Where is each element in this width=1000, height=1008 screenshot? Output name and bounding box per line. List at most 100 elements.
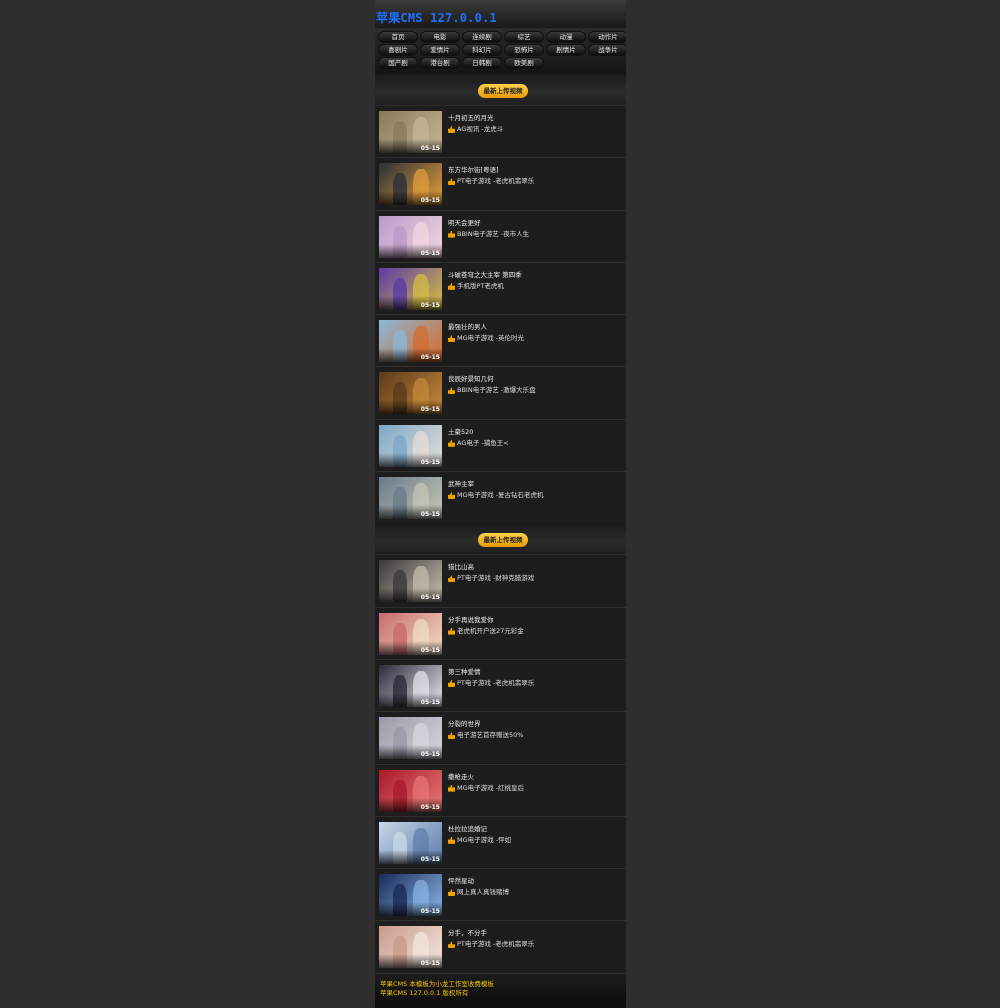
- video-list-item[interactable]: 05-15 明天会更好 BBIN电子游艺 -夜市人生: [375, 209, 626, 262]
- video-thumbnail[interactable]: 05-15: [379, 111, 442, 153]
- video-title-link[interactable]: 武神主宰: [448, 479, 623, 490]
- video-list-item[interactable]: 05-15 第三种爱情 PT电子游戏 -老虎机翡翠乐: [375, 658, 626, 712]
- nav-row: 喜剧片 爱情片 科幻片 恐怖片 剧情片 战争片: [378, 44, 626, 57]
- video-subtitle-text: PT电子游戏 -老虎机翡翠乐: [457, 678, 535, 687]
- video-list-item[interactable]: 05-15 分裂的世界 电子游艺首存赠送50%: [375, 711, 626, 764]
- video-list-item[interactable]: 05-15 斗破苍穹之大主宰 第四季 手机版PT老虎机: [375, 261, 626, 315]
- video-list-item[interactable]: 05-15 十月初五的月光 AG视讯 -龙虎斗: [375, 105, 626, 158]
- video-subtitle-text: MG电子游戏 -怦如: [457, 835, 512, 844]
- video-title-link[interactable]: 分裂的世界: [448, 719, 623, 730]
- video-thumbnail[interactable]: 05-15: [379, 612, 442, 655]
- video-list-item[interactable]: 05-15 撒枪走火 MG电子游戏 -红桃皇后: [375, 763, 626, 816]
- video-thumbnail[interactable]: 05-15: [379, 717, 442, 760]
- video-title-link[interactable]: 最强壮的男人: [448, 322, 623, 333]
- video-subtitle: BBIN电子游艺 -夜市人生: [448, 229, 623, 240]
- thumbs-up-icon: [448, 836, 455, 844]
- video-list-item[interactable]: 05-15 东方华尔街[粤语] PT电子游戏 -老虎机翡翠乐: [375, 157, 626, 210]
- thumbs-up-icon: [448, 732, 455, 740]
- video-info: 十月初五的月光 AG视讯 -龙虎斗: [448, 113, 623, 135]
- video-thumbnail[interactable]: 05-15: [379, 560, 442, 603]
- video-info: 东方华尔街[粤语] PT电子游戏 -老虎机翡翠乐: [448, 165, 623, 187]
- video-date-badge: 05-15: [420, 301, 440, 309]
- nav-item[interactable]: 科幻片: [462, 44, 502, 56]
- nav-item[interactable]: 喜剧片: [378, 44, 418, 56]
- video-date-badge: 05-15: [420, 751, 440, 759]
- video-list-item[interactable]: 05-15 分手，不分手 PT电子游戏 -老虎机翡翠乐: [375, 920, 626, 973]
- video-info: 分手再说我爱你 老虎机开户送27元彩金: [448, 615, 623, 637]
- video-thumbnail[interactable]: 05-15: [379, 163, 442, 206]
- video-title-link[interactable]: 土豪520: [448, 427, 623, 438]
- video-subtitle-text: PT电子游戏 -老虎机翡翠乐: [457, 940, 535, 949]
- video-info: 怦然星动 网上真人真钱赌博: [448, 876, 623, 898]
- video-thumbnail[interactable]: 05-15: [379, 372, 442, 415]
- video-thumbnail[interactable]: 05-15: [379, 267, 442, 310]
- video-list-item[interactable]: 05-15 杜拉拉追婚记 MG电子游戏 -怦如: [375, 815, 626, 869]
- video-title-link[interactable]: 分手再说我爱你: [448, 615, 623, 626]
- video-thumbnail[interactable]: 05-15: [379, 821, 442, 864]
- video-info: 猎比山高 PT电子游戏 -财神克腊游戏: [448, 562, 623, 584]
- video-subtitle: AG电子 -捕鱼王<: [448, 438, 623, 449]
- nav-item[interactable]: 电影: [420, 31, 460, 43]
- video-info: 明天会更好 BBIN电子游艺 -夜市人生: [448, 218, 623, 240]
- video-thumbnail[interactable]: 05-15: [379, 215, 442, 258]
- video-subtitle: AG视讯 -龙虎斗: [448, 124, 623, 135]
- nav-item[interactable]: 动漫: [546, 31, 586, 43]
- video-subtitle-text: MG电子游戏 -复古钻石老虎机: [457, 491, 544, 500]
- video-thumbnail[interactable]: 05-15: [379, 664, 442, 707]
- video-title-link[interactable]: 良辰好景知几何: [448, 374, 623, 385]
- thumbs-up-icon: [448, 387, 455, 395]
- video-subtitle: 老虎机开户送27元彩金: [448, 626, 623, 637]
- video-list-item[interactable]: 05-15 良辰好景知几何 BBIN电子游艺 -激爆大乐盘: [375, 366, 626, 419]
- nav-item[interactable]: 动作片: [588, 31, 626, 43]
- video-thumbnail[interactable]: 05-15: [379, 769, 442, 812]
- video-list-item[interactable]: 05-15 分手再说我爱你 老虎机开户送27元彩金: [375, 606, 626, 659]
- thumbs-up-icon: [448, 230, 455, 238]
- video-subtitle-text: BBIN电子游艺 -夜市人生: [457, 229, 530, 238]
- video-date-badge: 05-15: [420, 249, 440, 257]
- video-title-link[interactable]: 十月初五的月光: [448, 113, 623, 124]
- video-date-badge: 05-15: [420, 855, 440, 863]
- nav-item[interactable]: 爱情片: [420, 44, 460, 56]
- video-list-item[interactable]: 05-15 怦然星动 网上真人真钱赌博: [375, 868, 626, 921]
- nav-item[interactable]: 剧情片: [546, 44, 586, 56]
- video-subtitle-text: PT电子游戏 -老虎机翡翠乐: [457, 177, 535, 186]
- nav-item[interactable]: 连续剧: [462, 31, 502, 43]
- video-title-link[interactable]: 撒枪走火: [448, 772, 623, 783]
- video-title-link[interactable]: 杜拉拉追婚记: [448, 824, 623, 835]
- video-title-link[interactable]: 怦然星动: [448, 876, 623, 887]
- video-subtitle: BBIN电子游艺 -激爆大乐盘: [448, 385, 623, 396]
- video-title-link[interactable]: 猎比山高: [448, 562, 623, 573]
- video-thumbnail[interactable]: 05-15: [379, 874, 442, 917]
- video-subtitle: 电子游艺首存赠送50%: [448, 730, 623, 741]
- thumbs-up-icon: [448, 784, 455, 792]
- nav-item[interactable]: 战争片: [588, 44, 626, 56]
- section-header: 最新上传视频: [375, 523, 626, 555]
- thumbs-up-icon: [448, 282, 455, 290]
- nav-item[interactable]: 国产剧: [378, 57, 418, 69]
- nav-row: 首页 电影 连续剧 综艺 动漫 动作片: [378, 31, 626, 44]
- video-list-item[interactable]: 05-15 最强壮的男人 MG电子游戏 -英伦时光: [375, 314, 626, 367]
- video-title-link[interactable]: 分手，不分手: [448, 928, 623, 939]
- nav-item[interactable]: 综艺: [504, 31, 544, 43]
- site-title-link[interactable]: 苹果CMS 127.0.0.1: [376, 11, 497, 25]
- video-list-item[interactable]: 05-15 土豪520 AG电子 -捕鱼王<: [375, 418, 626, 472]
- video-info: 武神主宰 MG电子游戏 -复古钻石老虎机: [448, 479, 623, 501]
- thumbs-up-icon: [448, 889, 455, 897]
- video-title-link[interactable]: 明天会更好: [448, 218, 623, 229]
- video-thumbnail[interactable]: 05-15: [379, 424, 442, 467]
- video-thumbnail[interactable]: 05-15: [379, 926, 442, 969]
- nav-item[interactable]: 日韩剧: [462, 57, 502, 69]
- video-info: 分裂的世界 电子游艺首存赠送50%: [448, 719, 623, 741]
- thumbs-up-icon: [448, 439, 455, 447]
- nav-item[interactable]: 欧美剧: [504, 57, 544, 69]
- video-thumbnail[interactable]: 05-15: [379, 320, 442, 363]
- video-title-link[interactable]: 第三种爱情: [448, 667, 623, 678]
- nav-item[interactable]: 首页: [378, 31, 418, 43]
- video-title-link[interactable]: 东方华尔街[粤语]: [448, 165, 623, 176]
- video-list-item[interactable]: 05-15 猎比山高 PT电子游戏 -财神克腊游戏: [375, 554, 626, 607]
- nav-item[interactable]: 港台剧: [420, 57, 460, 69]
- video-title-link[interactable]: 斗破苍穹之大主宰 第四季: [448, 270, 623, 281]
- nav-item[interactable]: 恐怖片: [504, 44, 544, 56]
- video-list-item[interactable]: 05-15 武神主宰 MG电子游戏 -复古钻石老虎机: [375, 471, 626, 524]
- video-thumbnail[interactable]: 05-15: [379, 477, 442, 520]
